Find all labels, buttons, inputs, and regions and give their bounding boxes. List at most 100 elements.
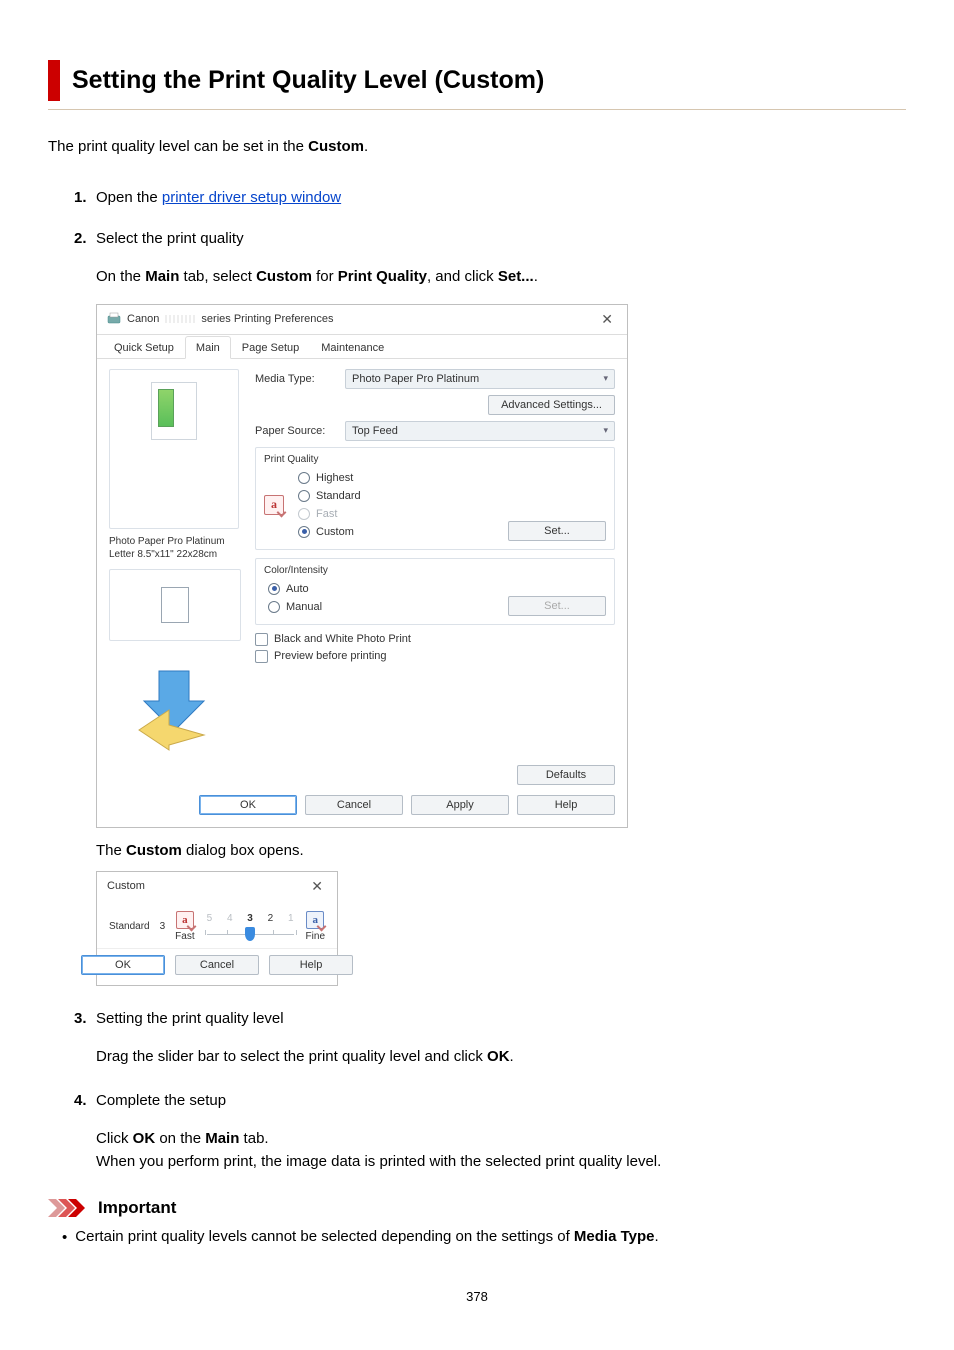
pq-standard[interactable]: Standard <box>298 490 508 502</box>
ci-set-button: Set... <box>508 596 606 616</box>
step3-number: 3. <box>74 1010 96 1027</box>
print-quality-group: Print Quality a Highest Standard Fast Cu… <box>255 447 615 550</box>
s3p2: . <box>510 1048 514 1065</box>
imp-bold: Media Type <box>574 1228 655 1245</box>
chevron-down-icon: ▾ <box>603 425 608 436</box>
custom-close-button[interactable]: ✕ <box>307 878 327 895</box>
intro-post: . <box>364 138 368 155</box>
fast-a-icon: a <box>176 911 194 929</box>
color-intensity-group: Color/Intensity Auto Manual Set... <box>255 558 615 625</box>
media-type-combo[interactable]: Photo Paper Pro Platinum ▾ <box>345 369 615 389</box>
orientation-preview <box>109 569 241 641</box>
preview-before-printing-check[interactable]: Preview before printing <box>255 650 615 663</box>
important-label: Important <box>98 1198 176 1218</box>
tick-4: 4 <box>227 913 233 924</box>
printer-icon <box>107 312 121 326</box>
dialog-title-prefix: Canon <box>127 313 159 325</box>
bullet-icon: • <box>62 1226 67 1250</box>
s2b3: Print Quality <box>338 268 427 285</box>
tick-1: 1 <box>288 913 294 924</box>
bw-photo-print-check[interactable]: Black and White Photo Print <box>255 633 615 646</box>
s4p1: Click <box>96 1130 133 1147</box>
step4-number: 4. <box>74 1092 96 1109</box>
print-direction-art <box>109 651 239 761</box>
tab-main[interactable]: Main <box>185 336 231 359</box>
quality-a-icon: a <box>264 495 284 515</box>
tab-strip: Quick Setup Main Page Setup Maintenance <box>97 335 627 359</box>
paper-line2: Letter 8.5"x11" 22x28cm <box>109 548 247 561</box>
bw-label: Black and White Photo Print <box>274 633 411 645</box>
intro-bold: Custom <box>308 138 364 155</box>
fine-a-icon: a <box>306 911 324 929</box>
s2p1: On the <box>96 268 145 285</box>
paper-line1: Photo Paper Pro Platinum <box>109 535 247 548</box>
ci-manual[interactable]: Manual <box>268 601 508 613</box>
slider-ticks: 5 4 3 2 1 <box>205 913 296 924</box>
imp-pre: Certain print quality levels cannot be s… <box>75 1228 574 1245</box>
fast-label: Fast <box>175 931 194 942</box>
cap-pre: The <box>96 842 126 859</box>
dialog-title-suffix: series Printing Preferences <box>201 313 333 325</box>
a-glyph: a <box>271 497 277 512</box>
cancel-button[interactable]: Cancel <box>305 795 403 815</box>
title-rule <box>48 109 906 110</box>
ok-button[interactable]: OK <box>199 795 297 815</box>
step1-title: Open the printer driver setup window <box>96 189 341 206</box>
slider-thumb[interactable] <box>245 927 255 941</box>
close-button[interactable]: ✕ <box>597 311 617 328</box>
custom-cancel-button[interactable]: Cancel <box>175 955 259 975</box>
page-title: Setting the Print Quality Level (Custom) <box>72 66 906 95</box>
level-label: Standard <box>109 921 150 932</box>
s4p2: on the <box>155 1130 205 1147</box>
step2-body: On the Main tab, select Custom for Print… <box>96 265 906 288</box>
step2-title: Select the print quality <box>96 230 244 247</box>
tab-maintenance[interactable]: Maintenance <box>310 336 395 359</box>
page-number: 378 <box>48 1289 906 1304</box>
custom-help-button[interactable]: Help <box>269 955 353 975</box>
intro-pre: The print quality level can be set in th… <box>48 138 308 155</box>
step1-number: 1. <box>74 189 96 206</box>
important-icon <box>48 1199 88 1217</box>
apply-button[interactable]: Apply <box>411 795 509 815</box>
important-heading: Important <box>48 1198 906 1218</box>
cap-post: dialog box opens. <box>182 842 304 859</box>
pq-highest[interactable]: Highest <box>298 472 508 484</box>
dialog-titlebar: Canon series Printing Preferences ✕ <box>97 305 627 335</box>
s4b2: Main <box>205 1130 239 1147</box>
quality-slider[interactable] <box>205 926 296 940</box>
advanced-settings-button[interactable]: Advanced Settings... <box>488 395 615 415</box>
media-type-label: Media Type: <box>255 373 345 385</box>
intro-text: The print quality level can be set in th… <box>48 136 906 159</box>
chevron-down-icon: ▾ <box>603 373 608 384</box>
defaults-button[interactable]: Defaults <box>517 765 615 785</box>
important-item: Certain print quality levels cannot be s… <box>75 1226 658 1250</box>
paper-source-label: Paper Source: <box>255 425 345 437</box>
s2b1: Main <box>145 268 179 285</box>
printer-driver-setup-link[interactable]: printer driver setup window <box>162 189 341 206</box>
ci-auto-label: Auto <box>286 583 309 595</box>
s2p3: for <box>312 268 338 285</box>
tab-page-setup[interactable]: Page Setup <box>231 336 311 359</box>
s3p1: Drag the slider bar to select the print … <box>96 1048 487 1065</box>
custom-ok-button[interactable]: OK <box>81 955 165 975</box>
pq-set-button[interactable]: Set... <box>508 521 606 541</box>
step2-number: 2. <box>74 230 96 247</box>
tab-quick-setup[interactable]: Quick Setup <box>103 336 185 359</box>
paper-source-combo[interactable]: Top Feed ▾ <box>345 421 615 441</box>
pq-standard-label: Standard <box>316 490 361 502</box>
color-intensity-label: Color/Intensity <box>264 565 606 576</box>
s4p3: tab. <box>239 1130 268 1147</box>
help-button[interactable]: Help <box>517 795 615 815</box>
ci-manual-label: Manual <box>286 601 322 613</box>
pq-custom-label: Custom <box>316 526 354 538</box>
step4-body: Click OK on the Main tab. When you perfo… <box>96 1127 906 1174</box>
s3b: OK <box>487 1048 510 1065</box>
tick-2: 2 <box>268 913 274 924</box>
important-list: • Certain print quality levels cannot be… <box>62 1226 906 1250</box>
pq-fast: Fast <box>298 508 508 520</box>
pq-custom[interactable]: Custom <box>298 526 508 538</box>
s4b1: OK <box>133 1130 156 1147</box>
ci-auto[interactable]: Auto <box>268 583 508 595</box>
pq-fast-label: Fast <box>316 508 337 520</box>
a-glyph: a <box>182 914 188 926</box>
